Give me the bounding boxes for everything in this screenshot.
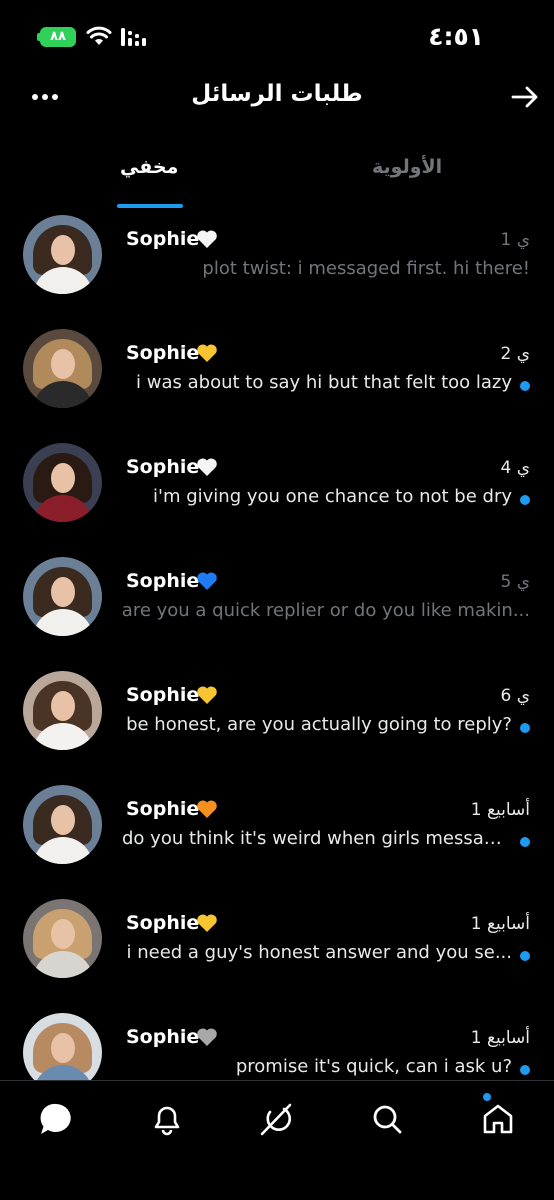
active-tab-indicator bbox=[117, 204, 183, 208]
message-preview: plot twist: i messaged first. hi there! bbox=[202, 258, 530, 279]
message-time: 1 أسابيع bbox=[470, 1028, 530, 1048]
back-arrow-icon[interactable] bbox=[510, 82, 540, 112]
signal-icon bbox=[121, 28, 146, 46]
message-preview: i was about to say hi but that felt too … bbox=[136, 372, 512, 393]
white-heart-icon bbox=[197, 458, 217, 476]
avatar bbox=[23, 329, 102, 408]
sender-name: Sophie bbox=[126, 342, 200, 364]
message-request-row[interactable]: Sophie 1 أسابيع i need a guy's honest an… bbox=[0, 894, 554, 1008]
grey-heart-icon bbox=[197, 1028, 217, 1046]
clock: ٤:٥١ bbox=[428, 22, 484, 51]
message-request-row[interactable]: Sophie 6 ي be honest, are you actually g… bbox=[0, 666, 554, 780]
message-time: 2 ي bbox=[500, 344, 530, 364]
tab-priority[interactable]: الأولوية bbox=[372, 156, 442, 178]
message-preview: are you a quick replier or do you like m… bbox=[121, 600, 530, 621]
notifications-icon[interactable] bbox=[147, 1099, 187, 1139]
bottom-navigation bbox=[0, 1080, 554, 1200]
unread-dot bbox=[520, 837, 530, 847]
unread-dot bbox=[520, 1065, 530, 1075]
avatar bbox=[23, 671, 102, 750]
blue-heart-icon bbox=[197, 572, 217, 590]
sender-name: Sophie bbox=[126, 684, 200, 706]
battery-nub bbox=[37, 33, 40, 41]
sender-name: Sophie bbox=[126, 1026, 200, 1048]
sender-name: Sophie bbox=[126, 798, 200, 820]
search-icon[interactable] bbox=[367, 1099, 407, 1139]
message-time: 4 ي bbox=[500, 458, 530, 478]
white-heart-icon bbox=[197, 230, 217, 248]
page-title: طلبات الرسائل bbox=[191, 81, 363, 107]
message-preview: do you think it's weird when girls messa… bbox=[122, 828, 512, 849]
sender-name: Sophie bbox=[126, 570, 200, 592]
sender-name: Sophie bbox=[126, 456, 200, 478]
yellow-heart-icon bbox=[197, 686, 217, 704]
unread-dot bbox=[520, 495, 530, 505]
message-request-row[interactable]: Sophie 2 ي i was about to say hi but tha… bbox=[0, 324, 554, 438]
message-request-row[interactable]: Sophie 5 ي are you a quick replier or do… bbox=[0, 552, 554, 666]
yellow-heart-icon bbox=[197, 344, 217, 362]
message-preview: i need a guy's honest answer and you se.… bbox=[126, 942, 512, 963]
avatar bbox=[23, 443, 102, 522]
home-icon[interactable] bbox=[478, 1099, 518, 1139]
sender-name: Sophie bbox=[126, 912, 200, 934]
messages-icon[interactable] bbox=[36, 1099, 76, 1139]
unread-dot bbox=[520, 951, 530, 961]
sender-name: Sophie bbox=[126, 228, 200, 250]
message-preview: promise it's quick, can i ask u? bbox=[235, 1056, 512, 1077]
avatar bbox=[23, 785, 102, 864]
avatar bbox=[23, 215, 102, 294]
message-time: 6 ي bbox=[500, 686, 530, 706]
message-preview: be honest, are you actually going to rep… bbox=[126, 714, 512, 735]
orange-heart-icon bbox=[197, 800, 217, 818]
tab-bar: مخفي الأولوية bbox=[0, 156, 554, 210]
avatar bbox=[23, 899, 102, 978]
message-time: 1 أسابيع bbox=[470, 914, 530, 934]
battery-indicator: ٨٨ bbox=[40, 27, 76, 47]
status-bar: ٨٨ ٤:٥١ bbox=[0, 0, 554, 74]
message-preview: i'm giving you one chance to not be dry bbox=[153, 486, 512, 507]
avatar bbox=[23, 557, 102, 636]
message-time: 1 أسابيع bbox=[470, 800, 530, 820]
unread-dot bbox=[520, 723, 530, 733]
header: طلبات الرسائل bbox=[0, 74, 554, 124]
message-request-row[interactable]: Sophie 1 ي plot twist: i messaged first.… bbox=[0, 210, 554, 324]
unread-dot bbox=[520, 381, 530, 391]
message-time: 5 ي bbox=[500, 572, 530, 592]
grok-icon[interactable] bbox=[257, 1099, 297, 1139]
message-request-row[interactable]: Sophie 4 ي i'm giving you one chance to … bbox=[0, 438, 554, 552]
message-time: 1 ي bbox=[500, 230, 530, 250]
message-request-row[interactable]: Sophie 1 أسابيع do you think it's weird … bbox=[0, 780, 554, 894]
wifi-icon bbox=[86, 26, 112, 45]
tab-hidden[interactable]: مخفي bbox=[120, 156, 178, 178]
yellow-heart-icon bbox=[197, 914, 217, 932]
